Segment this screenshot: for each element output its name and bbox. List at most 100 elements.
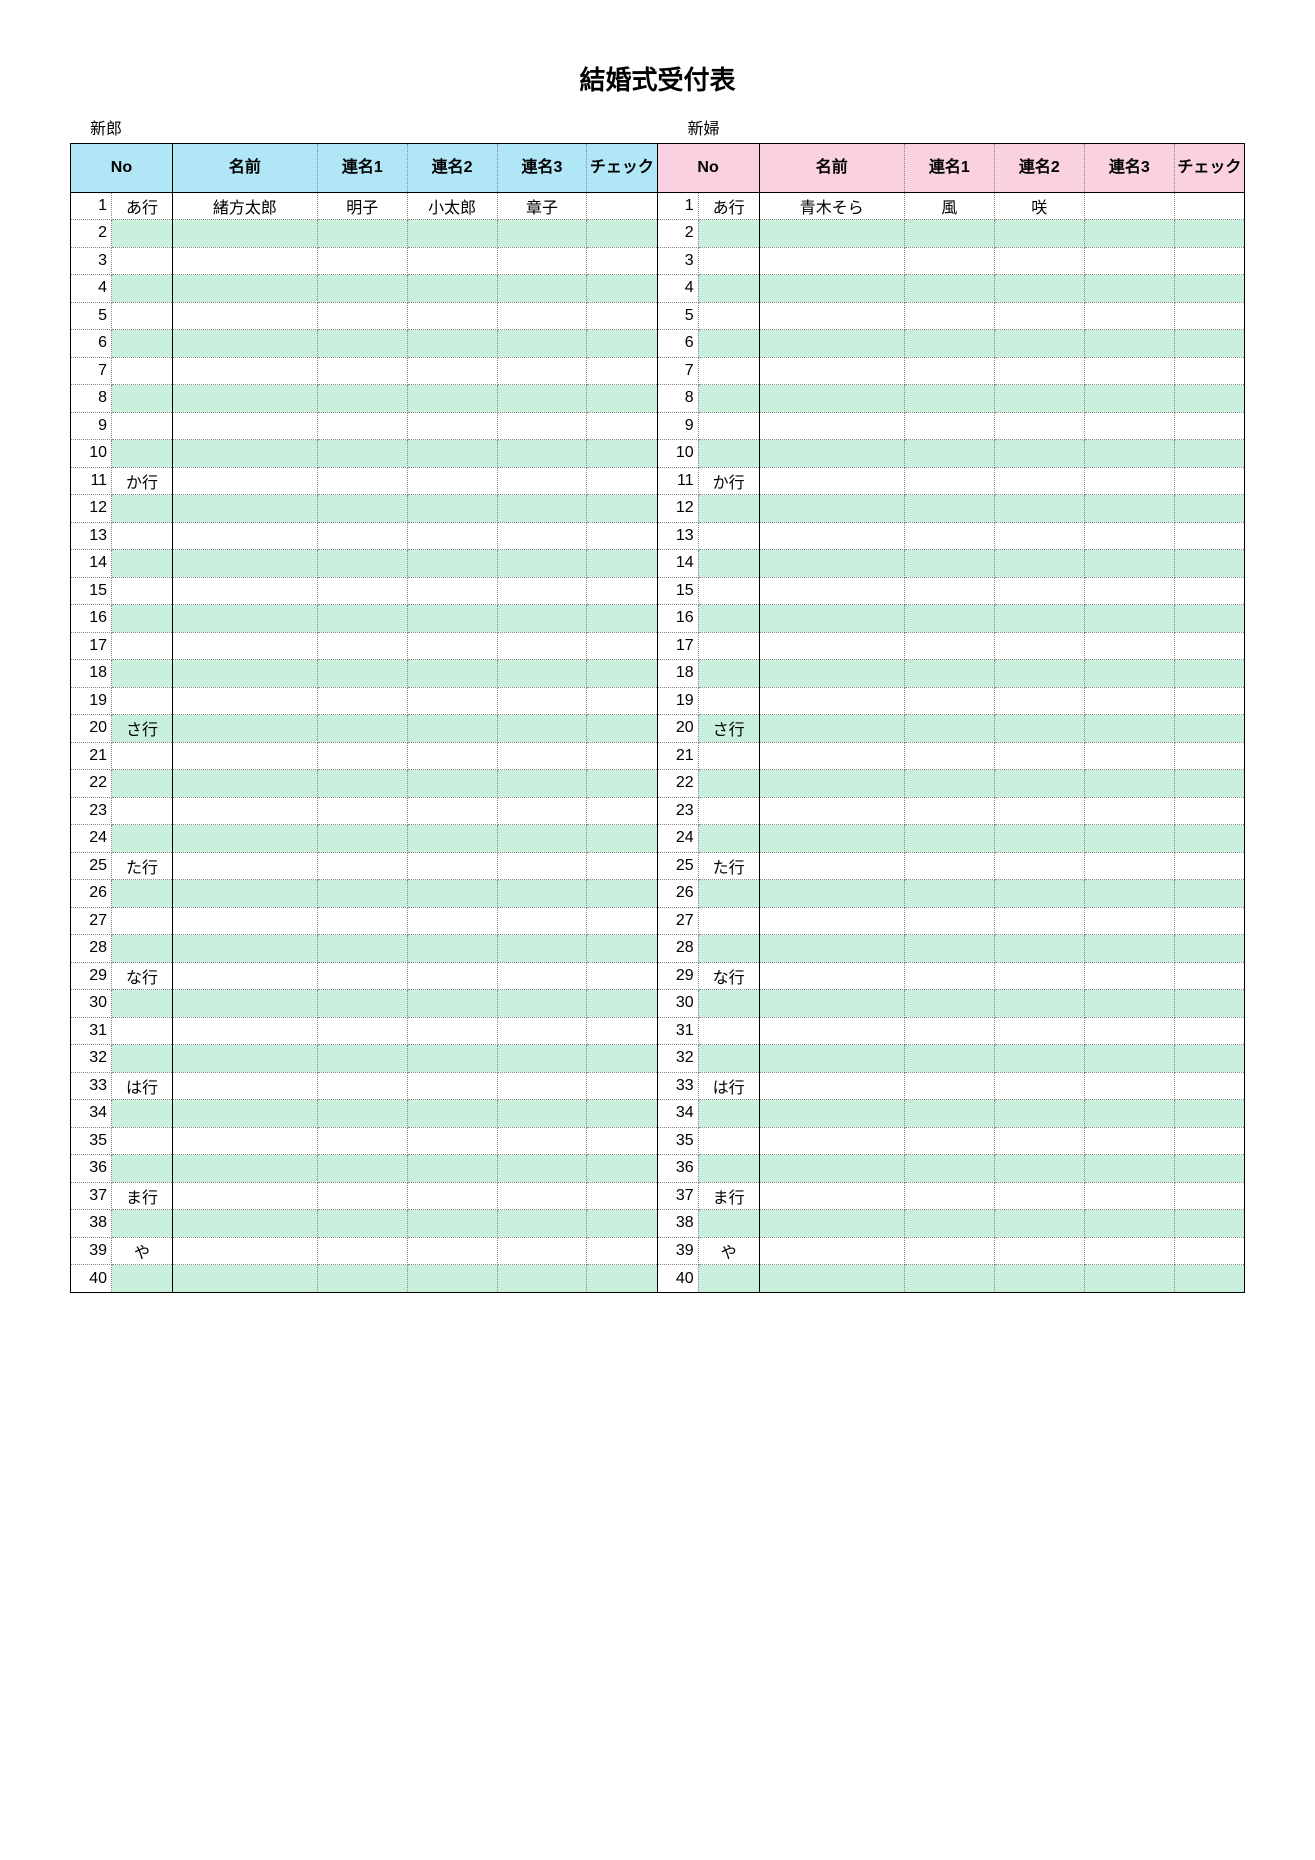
kana-group [698, 907, 759, 935]
row-number: 13 [71, 522, 112, 550]
col-ren3: 連名3 [497, 144, 587, 192]
table-row: 12 [71, 495, 657, 523]
joint-name-1 [904, 1017, 994, 1045]
check-cell [587, 687, 657, 715]
joint-name-1 [317, 990, 407, 1018]
row-number: 36 [71, 1155, 112, 1183]
guest-name [759, 1210, 904, 1238]
row-number: 30 [658, 990, 699, 1018]
table-row: 21 [658, 742, 1245, 770]
joint-name-1 [904, 1210, 994, 1238]
joint-name-3 [497, 935, 587, 963]
guest-name [759, 495, 904, 523]
joint-name-2 [407, 605, 497, 633]
table-row: 7 [658, 357, 1245, 385]
row-number: 27 [71, 907, 112, 935]
table-row: 23 [71, 797, 657, 825]
table-row: 11か行 [658, 467, 1245, 495]
guest-name [172, 550, 317, 578]
guest-name [759, 385, 904, 413]
row-number: 29 [658, 962, 699, 990]
check-cell [1174, 385, 1244, 413]
joint-name-2 [994, 632, 1084, 660]
joint-name-1 [904, 467, 994, 495]
kana-group: は行 [112, 1072, 173, 1100]
joint-name-1 [317, 1210, 407, 1238]
check-cell [587, 330, 657, 358]
table-row: 28 [658, 935, 1245, 963]
guest-name [759, 962, 904, 990]
joint-name-2 [407, 220, 497, 248]
guest-name [759, 275, 904, 303]
kana-group [698, 1100, 759, 1128]
joint-name-3 [1084, 935, 1174, 963]
check-cell [587, 825, 657, 853]
check-cell [1174, 1045, 1244, 1073]
joint-name-1 [904, 1100, 994, 1128]
joint-name-2 [994, 1127, 1084, 1155]
check-cell [1174, 632, 1244, 660]
joint-name-1 [904, 935, 994, 963]
check-cell [587, 1210, 657, 1238]
kana-group [698, 742, 759, 770]
check-cell [1174, 880, 1244, 908]
table-row: 38 [71, 1210, 657, 1238]
col-check: チェック [587, 144, 657, 192]
joint-name-3 [1084, 357, 1174, 385]
joint-name-3 [1084, 852, 1174, 880]
check-cell [587, 357, 657, 385]
joint-name-2 [994, 990, 1084, 1018]
table-row: 11か行 [71, 467, 657, 495]
joint-name-1 [317, 1072, 407, 1100]
kana-group [112, 660, 173, 688]
check-cell [1174, 1155, 1244, 1183]
col-ren3: 連名3 [1084, 144, 1174, 192]
joint-name-3 [1084, 770, 1174, 798]
row-number: 14 [658, 550, 699, 578]
joint-name-1 [317, 770, 407, 798]
joint-name-2 [994, 962, 1084, 990]
row-number: 16 [658, 605, 699, 633]
row-number: 8 [71, 385, 112, 413]
row-number: 22 [658, 770, 699, 798]
row-number: 33 [658, 1072, 699, 1100]
guest-name [172, 797, 317, 825]
table-row: 9 [71, 412, 657, 440]
joint-name-2 [994, 550, 1084, 578]
joint-name-2 [407, 1155, 497, 1183]
kana-group [698, 577, 759, 605]
joint-name-3 [497, 1210, 587, 1238]
joint-name-1 [904, 577, 994, 605]
row-number: 26 [71, 880, 112, 908]
table-row: 16 [71, 605, 657, 633]
kana-group [698, 990, 759, 1018]
table-row: 40 [71, 1265, 657, 1293]
guest-name [759, 1045, 904, 1073]
table-row: 2 [658, 220, 1245, 248]
joint-name-2: 小太郎 [407, 192, 497, 220]
joint-name-1 [317, 1265, 407, 1293]
check-cell [1174, 275, 1244, 303]
groom-label: 新郎 [70, 115, 658, 143]
check-cell [1174, 1072, 1244, 1100]
row-number: 5 [658, 302, 699, 330]
joint-name-3 [497, 1045, 587, 1073]
guest-name [759, 440, 904, 468]
joint-name-2 [407, 275, 497, 303]
joint-name-1 [904, 302, 994, 330]
guest-name [759, 357, 904, 385]
joint-name-3 [1084, 220, 1174, 248]
joint-name-1 [904, 495, 994, 523]
joint-name-2 [407, 962, 497, 990]
guest-name [172, 412, 317, 440]
kana-group [698, 330, 759, 358]
joint-name-2 [994, 715, 1084, 743]
table-row: 14 [71, 550, 657, 578]
row-number: 11 [71, 467, 112, 495]
joint-name-1 [904, 852, 994, 880]
table-row: 26 [71, 880, 657, 908]
kana-group [112, 825, 173, 853]
guest-name [759, 1237, 904, 1265]
joint-name-3 [1084, 330, 1174, 358]
check-cell [1174, 1100, 1244, 1128]
